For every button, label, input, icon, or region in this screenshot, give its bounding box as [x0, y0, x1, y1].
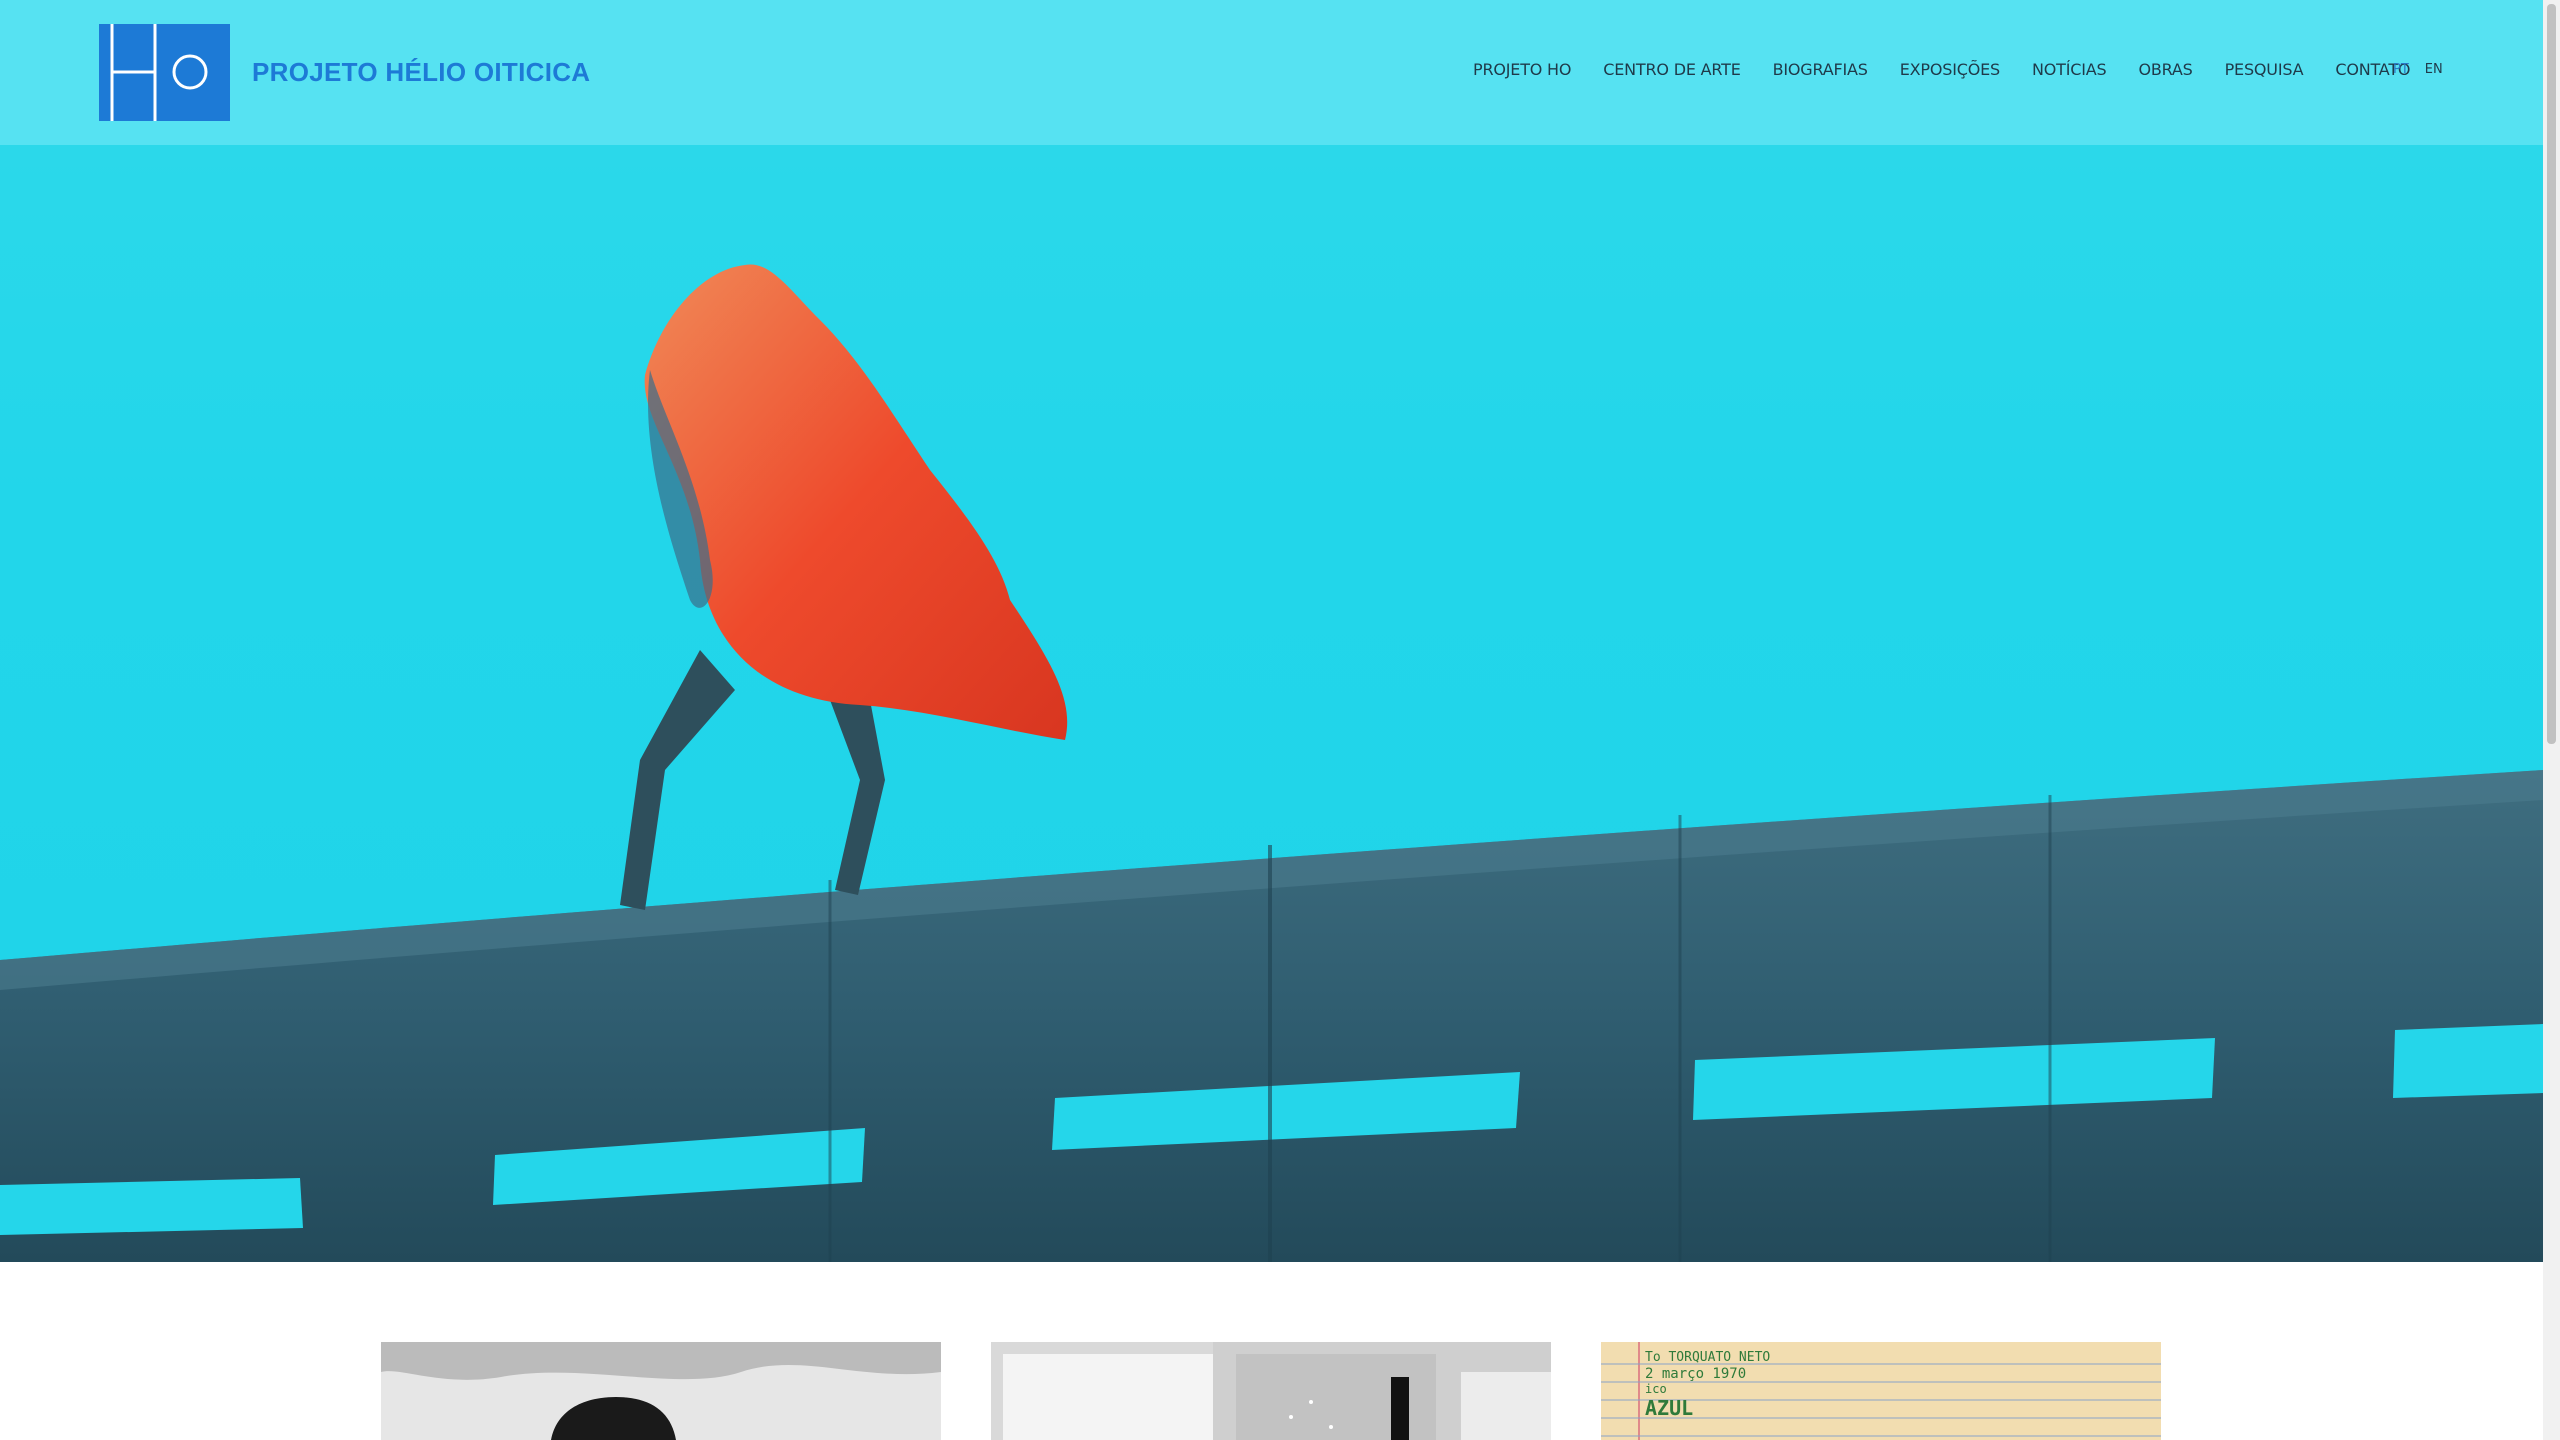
handwriting-line: ico — [1645, 1382, 1667, 1396]
site-logo[interactable]: PROJETO HÉLIO OITICICA — [99, 24, 590, 121]
hero-image — [0, 0, 2543, 1262]
feature-cards: To TORQUATO NETO 2 março 1970 ico AZUL — [381, 1342, 2161, 1440]
nav-item-projeto-ho[interactable]: PROJETO HO — [1473, 60, 1571, 79]
feature-card-gallery[interactable] — [991, 1342, 1551, 1440]
ho-logo-icon — [110, 24, 208, 121]
nav-item-biografias[interactable]: BIOGRAFIAS — [1773, 60, 1868, 79]
wall-opening — [2393, 1024, 2543, 1098]
logo-mark — [99, 24, 230, 121]
site-title: PROJETO HÉLIO OITICICA — [252, 57, 591, 87]
page: PROJETO HÉLIO OITICICA PROJETO HO CENTRO… — [0, 0, 2560, 1440]
lang-pt-link[interactable]: PT — [2393, 62, 2409, 77]
nav-item-exposicoes[interactable]: EXPOSIÇÕES — [1900, 60, 2000, 79]
portrait-photo — [381, 1342, 941, 1440]
site-header: PROJETO HÉLIO OITICICA PROJETO HO CENTRO… — [0, 0, 2543, 145]
wall-opening — [0, 1178, 303, 1235]
nav-item-centro-de-arte[interactable]: CENTRO DE ARTE — [1603, 60, 1741, 79]
figure-leg — [620, 650, 735, 910]
scrollbar-thumb[interactable] — [2547, 4, 2556, 744]
feature-card-document[interactable]: To TORQUATO NETO 2 março 1970 ico AZUL — [1601, 1342, 2161, 1440]
nav-item-obras[interactable]: OBRAS — [2138, 60, 2192, 79]
handwriting-line: 2 março 1970 — [1645, 1366, 1747, 1382]
nav-item-pesquisa[interactable]: PESQUISA — [2225, 60, 2304, 79]
feature-card-portrait[interactable] — [381, 1342, 941, 1440]
handwriting-line: To TORQUATO NETO — [1645, 1350, 1771, 1365]
main-nav: PROJETO HO CENTRO DE ARTE BIOGRAFIAS EXP… — [1473, 60, 2410, 79]
language-switcher: PT EN — [2393, 62, 2443, 77]
page-scrollbar[interactable] — [2543, 0, 2560, 1440]
lang-en-link[interactable]: EN — [2425, 62, 2443, 77]
figure-leg — [830, 700, 885, 895]
handwriting-line: AZUL — [1645, 1396, 1694, 1420]
hero-illustration — [0, 264, 2543, 1262]
gallery-photo — [991, 1342, 1551, 1440]
nav-item-noticias[interactable]: NOTÍCIAS — [2032, 60, 2107, 79]
